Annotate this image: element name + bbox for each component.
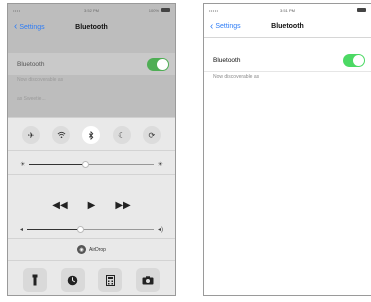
bluetooth-icon[interactable] (82, 126, 101, 144)
divider (8, 260, 175, 261)
rewind-icon[interactable]: ◀◀ (52, 200, 67, 211)
calculator-icon[interactable] (98, 268, 123, 292)
volume-low-icon: ◂ (20, 226, 24, 233)
rotation-lock-icon[interactable]: ⟳ (142, 126, 161, 144)
control-center-toggles: ✈ ☾ ⟳ (8, 126, 175, 146)
play-icon[interactable]: ▶ (88, 200, 96, 211)
right-phone-screen: ••••• 3:51 PM ‹ Settings Bluetooth Bluet… (203, 3, 371, 296)
discoverable-text: Now discoverable as (17, 77, 64, 83)
brightness-fill (29, 163, 86, 165)
nav-bar: ‹ Settings Bluetooth (8, 16, 175, 38)
volume-knob[interactable] (76, 225, 84, 233)
bluetooth-toggle[interactable] (343, 54, 365, 67)
bluetooth-label: Bluetooth (17, 60, 45, 68)
divider (8, 174, 175, 175)
wifi-icon[interactable] (52, 126, 71, 144)
left-phone-screen: •••• 3:52 PM 100% ‹ Settings Bluetooth B… (7, 3, 176, 296)
quick-launch-tiles (8, 268, 175, 292)
discoverable-text: Now discoverable as (213, 74, 260, 80)
page-title: Bluetooth (75, 23, 108, 31)
page-title: Bluetooth (271, 23, 304, 30)
camera-icon[interactable] (136, 268, 161, 292)
timer-icon[interactable] (60, 268, 85, 292)
airdrop-label: AirDrop (89, 246, 106, 253)
status-time: 3:52 PM (84, 7, 99, 13)
extra-text: as Sweetie... (17, 96, 46, 102)
brightness-track (29, 160, 154, 168)
flashlight-icon[interactable] (22, 268, 47, 292)
brightness-high-icon: ☀ (157, 161, 163, 168)
fast-forward-icon[interactable]: ▶▶ (115, 200, 130, 211)
volume-high-icon: ◂) (157, 226, 163, 233)
brightness-slider[interactable]: ☀ ☀ (20, 160, 163, 168)
airplane-icon[interactable]: ✈ (22, 126, 41, 144)
airdrop-button[interactable]: ◉ AirDrop (8, 245, 175, 254)
status-bar: ••••• 3:51 PM (204, 4, 371, 16)
bluetooth-row: Bluetooth (204, 50, 371, 72)
bluetooth-row: Bluetooth (8, 53, 175, 75)
volume-track (27, 225, 154, 233)
divider (8, 238, 175, 239)
divider (8, 150, 175, 151)
volume-fill (27, 228, 81, 230)
brightness-knob[interactable] (81, 160, 89, 168)
control-center: ✈ ☾ ⟳ ☀ ☀ ◀◀ ▶ ▶▶ ◂ ◂) ◉ AirDrop (8, 117, 175, 295)
bluetooth-toggle[interactable] (147, 57, 169, 71)
brightness-low-icon: ☀ (20, 161, 26, 168)
status-time: 3:51 PM (280, 7, 295, 13)
nav-bar: ‹ Settings Bluetooth (204, 16, 371, 38)
bluetooth-label: Bluetooth (213, 57, 241, 64)
airdrop-icon: ◉ (77, 245, 87, 254)
volume-slider[interactable]: ◂ ◂) (20, 225, 163, 233)
status-bar: •••• 3:52 PM 100% (8, 4, 175, 16)
media-controls: ◀◀ ▶ ▶▶ (8, 200, 175, 211)
do-not-disturb-icon[interactable]: ☾ (112, 126, 131, 144)
